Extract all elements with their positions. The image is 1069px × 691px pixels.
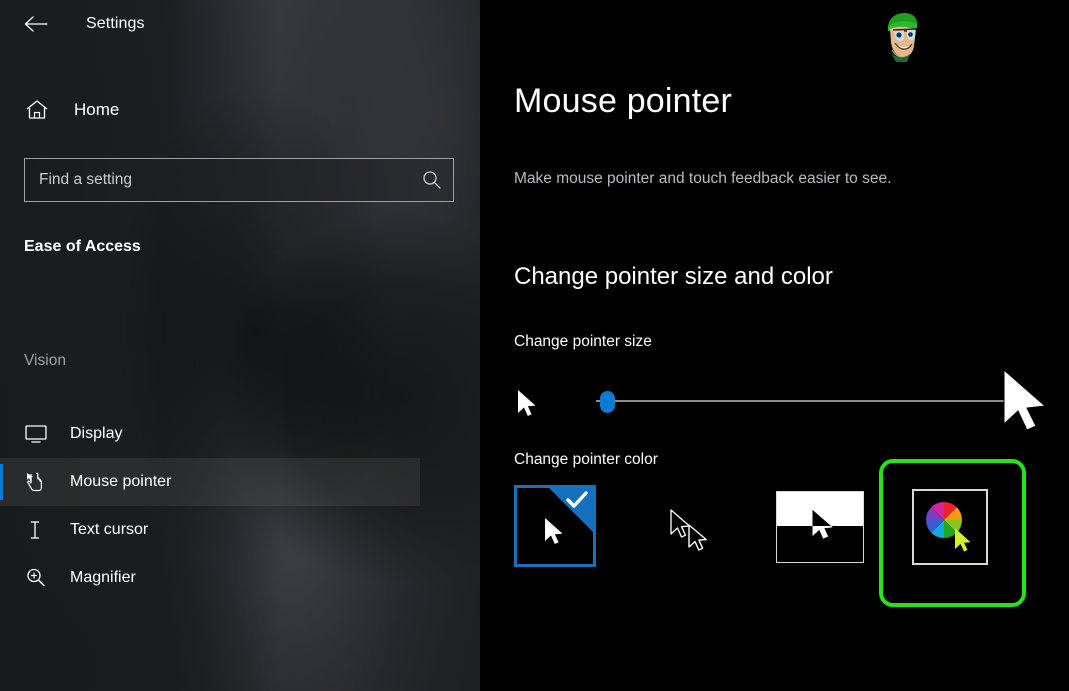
magnifier-icon <box>24 566 52 590</box>
back-button[interactable] <box>12 8 60 40</box>
sidebar-item-mouse-pointer[interactable]: Mouse pointer <box>0 458 420 506</box>
checkmark-icon <box>566 491 588 513</box>
sidebar-item-display-label: Display <box>70 425 123 442</box>
back-arrow-icon <box>23 15 49 33</box>
pointer-color-option-inverted[interactable] <box>776 491 864 563</box>
category-title: Ease of Access <box>24 238 141 255</box>
sidebar-nav: Display Mouse pointer Text cursor Magnif… <box>0 410 420 602</box>
monitor-icon <box>24 423 52 445</box>
pointer-color-option-white[interactable] <box>514 485 596 567</box>
pointer-size-label: Change pointer size <box>514 333 652 350</box>
sidebar-item-display[interactable]: Display <box>0 410 420 458</box>
section-heading-pointer-size-color: Change pointer size and color <box>514 263 833 290</box>
sidebar-item-text-cursor-label: Text cursor <box>70 521 149 538</box>
slider-thumb[interactable] <box>600 391 615 413</box>
main-content: Mouse pointer Make mouse pointer and tou… <box>480 0 1069 691</box>
pointer-size-slider[interactable] <box>514 378 1044 426</box>
hand-pointer-icon <box>24 470 52 494</box>
app-title: Settings <box>86 15 145 32</box>
home-icon <box>24 98 54 122</box>
text-cursor-icon <box>24 518 52 542</box>
pointer-color-options <box>514 483 1054 583</box>
search-input[interactable] <box>25 171 411 189</box>
sidebar-item-text-cursor[interactable]: Text cursor <box>0 506 420 554</box>
pointer-color-label: Change pointer color <box>514 451 658 468</box>
mouse-cursor-icon <box>686 523 712 562</box>
pointer-white-icon <box>541 516 569 555</box>
sidebar-item-magnifier-label: Magnifier <box>70 569 136 586</box>
pointer-color-option-black[interactable] <box>644 485 726 567</box>
search-icon[interactable] <box>411 169 453 191</box>
title-bar: Settings <box>0 0 480 48</box>
sidebar-item-home-label: Home <box>74 100 120 119</box>
sidebar-item-home[interactable]: Home <box>0 90 420 130</box>
pointer-large-icon <box>996 366 1058 447</box>
pointer-inverted-icon <box>809 509 837 552</box>
page-title: Mouse pointer <box>514 82 733 120</box>
pointer-custom-color-icon <box>952 527 976 562</box>
page-subtitle: Make mouse pointer and touch feedback ea… <box>514 170 892 187</box>
pointer-small-icon <box>514 387 542 426</box>
sidebar-item-magnifier[interactable]: Magnifier <box>0 554 420 602</box>
pointer-color-option-custom[interactable] <box>912 489 988 565</box>
nav-group-title: Vision <box>24 352 66 369</box>
sidebar: Settings Home Find a setting Ease of Acc… <box>0 0 480 691</box>
slider-track[interactable] <box>596 400 1024 402</box>
cartoon-avatar-icon <box>874 6 930 62</box>
search-box[interactable] <box>24 158 454 202</box>
sidebar-item-mouse-pointer-label: Mouse pointer <box>70 473 172 490</box>
settings-window: Settings Home Find a setting Ease of Acc… <box>0 0 1069 691</box>
